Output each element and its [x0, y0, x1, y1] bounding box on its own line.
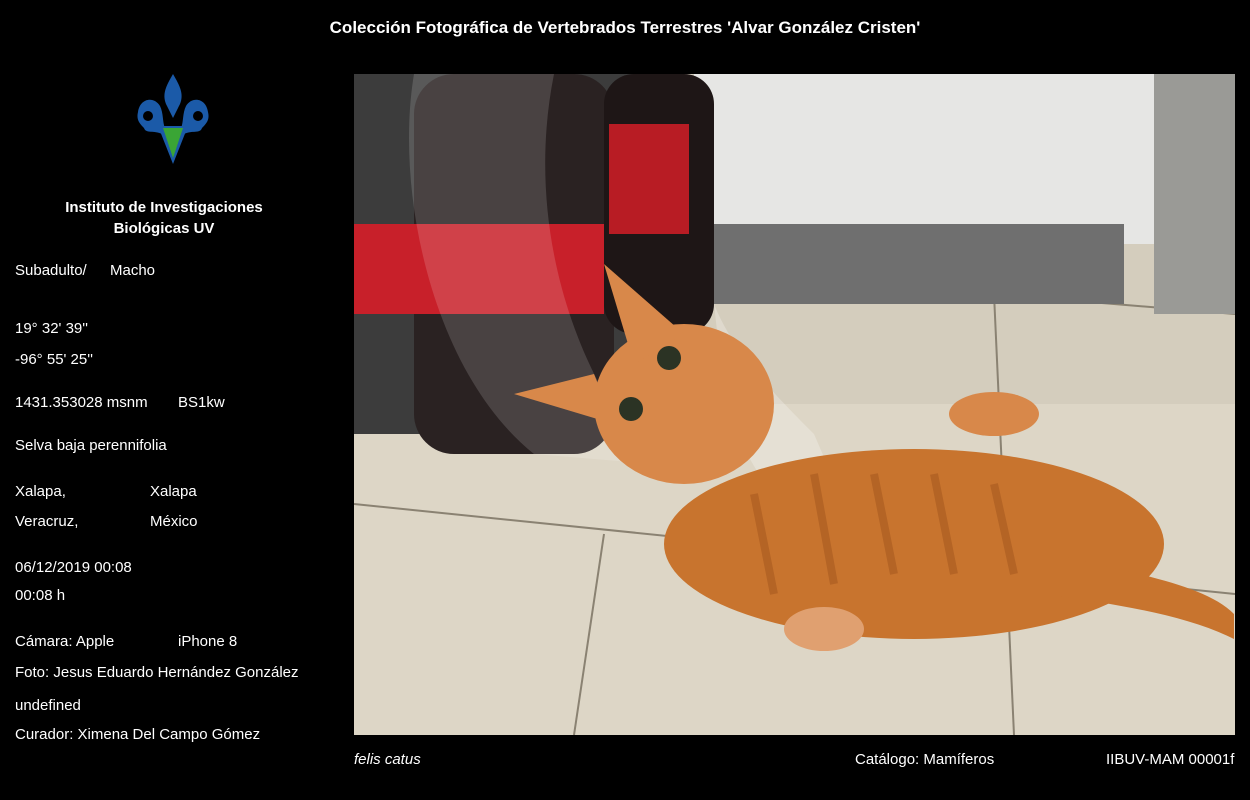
municipality: Xalapa [150, 483, 197, 500]
longitude: -96° 55' 25'' [15, 351, 93, 368]
species-name: felis catus [354, 751, 421, 768]
catalog-label: Catálogo: Mamíferos [855, 751, 995, 768]
institute-line-2: Biológicas UV [113, 220, 215, 237]
locality: Xalapa, [15, 483, 66, 500]
time: 00:08 h [15, 587, 66, 604]
datetime: 06/12/2019 00:08 [15, 559, 132, 576]
vegetation: Selva baja perennifolia [15, 437, 167, 454]
sex-label: Macho [110, 262, 156, 279]
uv-logo [136, 72, 210, 168]
sidebar: Instituto de Investigaciones Biológicas … [0, 0, 340, 800]
altitude: 1431.353028 msnm [15, 394, 148, 411]
country: México [150, 513, 198, 530]
institute-name: Instituto de Investigaciones Biológicas … [60, 197, 268, 239]
age-label: Subadulto/ [15, 262, 87, 279]
camera-brand: Cámara: Apple [15, 633, 115, 650]
camera-model: iPhone 8 [178, 633, 238, 650]
curator: Curador: Ximena Del Campo Gómez [15, 726, 261, 743]
extra-field: undefined [15, 697, 81, 714]
institute-line-1: Instituto de Investigaciones [65, 199, 263, 216]
catalog-id: IIBUV-MAM 00001f [1106, 751, 1235, 768]
page: Colección Fotográfica de Vertebrados Ter… [0, 0, 1250, 800]
state: Veracruz, [15, 513, 79, 530]
latitude: 19° 32' 39'' [15, 320, 88, 337]
photographer: Foto: Jesus Eduardo Hernández González [15, 664, 299, 681]
specimen-photo [354, 74, 1235, 735]
climate: BS1kw [178, 394, 225, 411]
